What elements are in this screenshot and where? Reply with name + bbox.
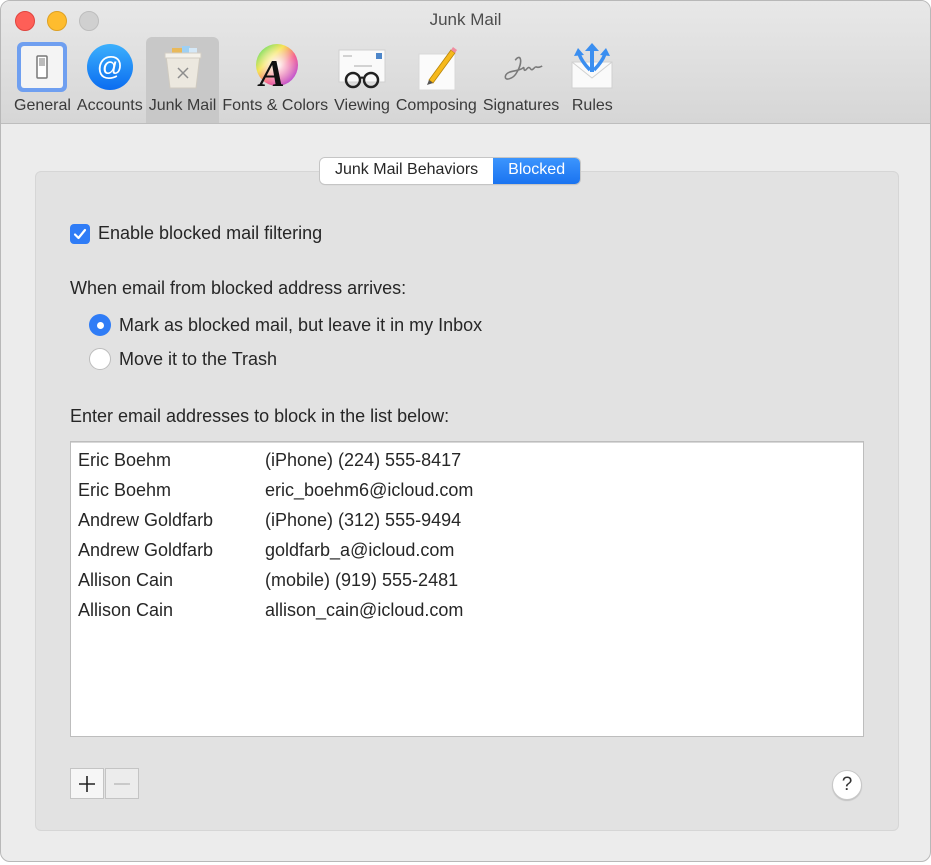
toolbar-item-accounts[interactable]: @ Accounts xyxy=(74,37,146,123)
entry-address: (iPhone) (312) 555-9494 xyxy=(265,509,462,530)
signature-icon xyxy=(494,41,548,93)
preferences-toolbar: General @ Accounts Junk Mail A Fonts & C… xyxy=(11,37,622,123)
entry-name: Allison Cain xyxy=(78,569,174,590)
add-address-button[interactable] xyxy=(70,768,104,799)
enable-blocked-label: Enable blocked mail filtering xyxy=(98,223,323,243)
font-color-wheel-icon: A xyxy=(248,41,302,93)
entry-address: (mobile) (919) 555-2481 xyxy=(265,569,459,590)
entry-name: Eric Boehm xyxy=(78,449,172,470)
radio-move-to-trash[interactable] xyxy=(89,348,111,370)
toolbar-label: Fonts & Colors xyxy=(222,97,329,114)
entry-address: allison_cain@icloud.com xyxy=(265,599,464,620)
minus-icon xyxy=(114,782,130,785)
remove-address-button xyxy=(105,768,139,799)
toolbar-item-composing[interactable]: Composing xyxy=(393,37,480,123)
option-mark-blocked[interactable]: Mark as blocked mail, but leave it in my… xyxy=(89,314,482,336)
preferences-content: Junk Mail Behaviors Blocked Enable block… xyxy=(1,125,930,861)
toolbar-label: Rules xyxy=(571,97,613,114)
entry-address: (iPhone) (224) 555-8417 xyxy=(265,449,462,470)
junk-trash-icon xyxy=(156,41,210,93)
entry-name: Eric Boehm xyxy=(78,479,172,500)
list-item[interactable]: Allison Cain (mobile) (919) 555-2481 xyxy=(71,565,863,595)
list-label: Enter email addresses to block in the li… xyxy=(70,406,450,426)
pencil-paper-icon xyxy=(409,41,463,93)
entry-name: Andrew Goldfarb xyxy=(78,509,214,530)
titlebar: Junk Mail General @ Accounts Junk Mail A… xyxy=(1,1,930,124)
blocked-address-list[interactable]: Eric Boehm (iPhone) (224) 555-8417 Eric … xyxy=(70,441,864,737)
toolbar-label: Signatures xyxy=(482,97,560,114)
list-item[interactable]: Andrew Goldfarb goldfarb_a@icloud.com xyxy=(71,535,863,565)
toolbar-label: Composing xyxy=(395,97,477,114)
preferences-window: Junk Mail General @ Accounts Junk Mail A… xyxy=(0,0,931,862)
glasses-letter-icon xyxy=(335,41,389,93)
svg-text:@: @ xyxy=(97,51,123,81)
toolbar-label: Viewing xyxy=(334,97,390,114)
svg-text:A: A xyxy=(258,53,285,92)
enable-blocked-checkbox[interactable] xyxy=(70,223,90,244)
list-item[interactable]: Allison Cain allison_cain@icloud.com xyxy=(71,595,863,625)
arrival-heading: When email from blocked address arrives: xyxy=(70,278,406,299)
tab-junk-mail-behaviors[interactable]: Junk Mail Behaviors xyxy=(320,158,494,184)
toolbar-item-rules[interactable]: Rules xyxy=(562,37,622,123)
toolbar-label: Accounts xyxy=(76,97,143,114)
toolbar-item-junk-mail[interactable]: Junk Mail xyxy=(145,37,220,123)
plus-icon xyxy=(79,775,95,792)
list-item[interactable]: Eric Boehm eric_boehm6@icloud.com xyxy=(71,475,863,505)
list-heading: Enter email addresses to block in the li… xyxy=(70,406,449,427)
toolbar-label: Junk Mail xyxy=(148,97,217,114)
window-title: Junk Mail xyxy=(429,10,502,29)
option-label: Move it to the Trash xyxy=(119,348,278,369)
toolbar-item-fonts-colors[interactable]: A Fonts & Colors xyxy=(219,37,331,123)
option-move-to-trash[interactable]: Move it to the Trash xyxy=(89,348,277,370)
entry-address: eric_boehm6@icloud.com xyxy=(265,479,474,500)
entry-name: Allison Cain xyxy=(78,599,174,620)
toolbar-item-signatures[interactable]: Signatures xyxy=(480,37,563,123)
general-switch-icon xyxy=(15,41,69,93)
tab-blocked[interactable]: Blocked xyxy=(493,158,581,184)
toolbar-item-general[interactable]: General xyxy=(11,37,74,123)
help-button[interactable]: ? xyxy=(832,770,862,800)
toolbar-item-viewing[interactable]: Viewing xyxy=(331,37,393,123)
toolbar-label: General xyxy=(14,97,71,114)
option-label: Mark as blocked mail, but leave it in my… xyxy=(119,314,483,335)
enable-blocked-row[interactable]: Enable blocked mail filtering xyxy=(70,223,322,244)
list-item[interactable]: Andrew Goldfarb (iPhone) (312) 555-9494 xyxy=(71,505,863,535)
radio-mark-blocked[interactable] xyxy=(89,314,111,336)
envelope-arrows-icon xyxy=(565,41,619,93)
entry-name: Andrew Goldfarb xyxy=(78,539,214,560)
at-sign-icon: @ xyxy=(83,41,137,93)
list-item[interactable]: Eric Boehm (iPhone) (224) 555-8417 xyxy=(71,445,863,475)
entry-address: goldfarb_a@icloud.com xyxy=(265,539,455,560)
checkmark-icon xyxy=(73,228,87,239)
tab-control: Junk Mail Behaviors Blocked xyxy=(320,158,581,184)
arrival-label: When email from blocked address arrives: xyxy=(70,278,407,298)
